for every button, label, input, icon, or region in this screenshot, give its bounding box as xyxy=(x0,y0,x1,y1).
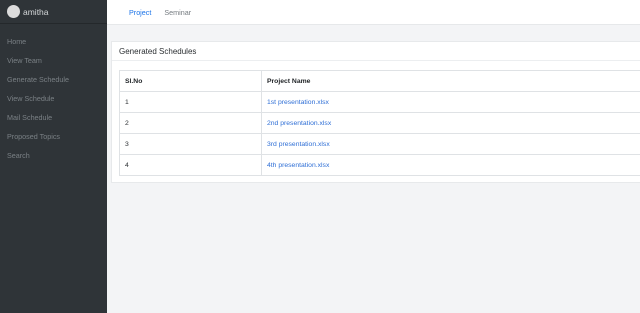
column-header-sl-no: Sl.No xyxy=(119,70,262,92)
schedules-table: Sl.No Project Name 1 1st presentation.xl… xyxy=(119,70,640,176)
table-row: 3 3rd presentation.xlsx xyxy=(119,133,640,155)
table-row: 1 1st presentation.xlsx xyxy=(119,91,640,113)
project-file-link[interactable]: 4th presentation.xlsx xyxy=(267,162,329,169)
avatar xyxy=(7,5,20,18)
sidebar-item-proposed-topics[interactable]: Proposed Topics xyxy=(0,127,107,146)
row-number: 3 xyxy=(119,133,262,155)
column-header-project-name: Project Name xyxy=(261,70,640,92)
sidebar-nav: Home View Team Generate Schedule View Sc… xyxy=(0,24,107,165)
project-file-cell: 3rd presentation.xlsx xyxy=(261,133,640,155)
sidebar-item-home[interactable]: Home xyxy=(0,32,107,51)
project-file-link[interactable]: 3rd presentation.xlsx xyxy=(267,141,330,148)
row-number: 4 xyxy=(119,154,262,176)
top-tab-bar: Project Seminar xyxy=(107,0,640,25)
project-file-cell: 2nd presentation.xlsx xyxy=(261,112,640,134)
project-file-link[interactable]: 2nd presentation.xlsx xyxy=(267,120,331,127)
sidebar-item-view-team[interactable]: View Team xyxy=(0,51,107,70)
tab-project[interactable]: Project xyxy=(129,8,151,17)
sidebar: amitha Home View Team Generate Schedule … xyxy=(0,0,107,313)
table-row: 4 4th presentation.xlsx xyxy=(119,154,640,176)
table-header-row: Sl.No Project Name xyxy=(119,70,640,92)
sidebar-item-search[interactable]: Search xyxy=(0,146,107,165)
tab-seminar[interactable]: Seminar xyxy=(164,8,191,17)
sidebar-item-generate-schedule[interactable]: Generate Schedule xyxy=(0,70,107,89)
username: amitha xyxy=(23,6,49,17)
table-row: 2 2nd presentation.xlsx xyxy=(119,112,640,134)
row-number: 2 xyxy=(119,112,262,134)
row-number: 1 xyxy=(119,91,262,113)
sidebar-item-view-schedule[interactable]: View Schedule xyxy=(0,89,107,108)
user-profile[interactable]: amitha xyxy=(0,0,107,24)
sidebar-item-mail-schedule[interactable]: Mail Schedule xyxy=(0,108,107,127)
generated-schedules-card: Generated Schedules Sl.No Project Name 1… xyxy=(111,41,640,183)
project-file-cell: 4th presentation.xlsx xyxy=(261,154,640,176)
project-file-cell: 1st presentation.xlsx xyxy=(261,91,640,113)
project-file-link[interactable]: 1st presentation.xlsx xyxy=(267,99,329,106)
card-title: Generated Schedules xyxy=(112,42,640,61)
